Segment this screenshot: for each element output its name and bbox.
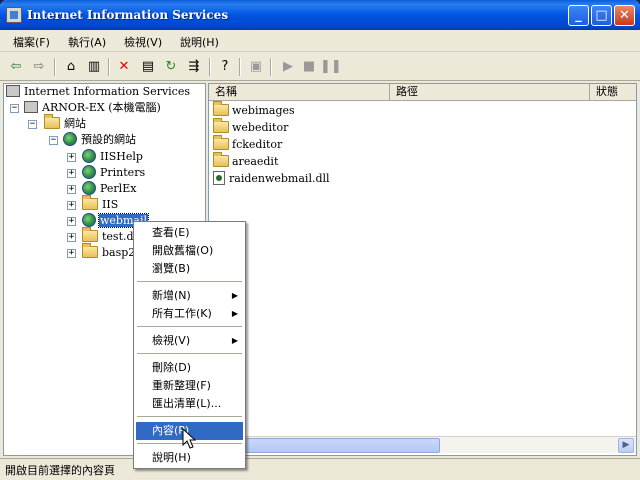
list-item[interactable]: raidenwebmail.dll: [213, 170, 330, 187]
delete-icon[interactable]: ✕: [114, 57, 134, 77]
computer-icon: [24, 101, 38, 113]
expand-icon[interactable]: +: [67, 201, 76, 210]
collapse-icon[interactable]: −: [28, 120, 37, 129]
scroll-right-icon[interactable]: ▶: [618, 438, 634, 453]
tree-item[interactable]: IIS: [82, 195, 119, 213]
tree-root[interactable]: Internet Information Services: [6, 84, 191, 100]
tree-item[interactable]: Printers: [82, 165, 146, 181]
minimize-button[interactable]: _: [568, 5, 589, 26]
virtual-directory-icon: [82, 213, 96, 227]
folder-icon: [82, 195, 98, 210]
up-folder-icon[interactable]: ⌂: [61, 57, 81, 77]
column-path[interactable]: 路徑: [390, 84, 590, 101]
iis-app-icon: [6, 7, 22, 23]
show-tree-icon[interactable]: ▥: [84, 57, 104, 77]
ctx-separator: [137, 416, 242, 417]
iis-window: Internet Information Services _ □ ✕ 檔案(F…: [0, 0, 640, 480]
expand-icon[interactable]: +: [67, 217, 76, 226]
expand-icon[interactable]: +: [67, 185, 76, 194]
window-title: Internet Information Services: [27, 8, 229, 22]
collapse-icon[interactable]: −: [10, 104, 19, 113]
properties-icon[interactable]: ▤: [138, 57, 158, 77]
refresh-icon[interactable]: ↻: [161, 57, 181, 77]
ctx-browse[interactable]: 瀏覽(B): [136, 260, 243, 278]
forward-arrow-icon[interactable]: ⇨: [29, 57, 49, 77]
list-item[interactable]: areaedit: [213, 152, 278, 170]
ctx-separator: [137, 326, 242, 327]
expand-icon[interactable]: +: [67, 249, 76, 258]
status-bar: 開啟目前選擇的內容頁: [0, 458, 640, 480]
close-button[interactable]: ✕: [614, 5, 635, 26]
expand-icon[interactable]: +: [67, 153, 76, 162]
folder-icon: [213, 135, 229, 150]
folder-icon: [213, 152, 229, 167]
mouse-cursor-icon: [182, 428, 196, 449]
play-icon[interactable]: ▶: [278, 57, 298, 77]
virtual-directory-icon: [82, 149, 96, 163]
ctx-new[interactable]: 新增(N) ▶: [136, 287, 243, 305]
submenu-arrow-icon: ▶: [231, 309, 238, 318]
toolbar-separator: [270, 58, 272, 76]
expand-icon[interactable]: +: [67, 169, 76, 178]
toolbar: ⇦ ⇨ ⌂ ▥ ✕ ▤ ↻ ⇶ ? ▣ ▶ ■ ❚❚: [0, 53, 640, 81]
menu-view[interactable]: 檢視(V): [124, 34, 162, 50]
tree-default-site[interactable]: 預設的網站: [63, 132, 137, 148]
toolbar-separator: [54, 58, 56, 76]
tree-item[interactable]: IISHelp: [82, 149, 144, 165]
collapse-icon[interactable]: −: [49, 136, 58, 145]
folder-icon: [82, 227, 98, 242]
connect-icon[interactable]: ▣: [246, 57, 266, 77]
toolbar-separator: [239, 58, 241, 76]
ctx-open[interactable]: 開啟舊檔(O): [136, 242, 243, 260]
menu-action[interactable]: 執行(A): [68, 34, 106, 50]
menu-help[interactable]: 說明(H): [180, 34, 219, 50]
horizontal-scrollbar[interactable]: ◀ ▶: [210, 436, 636, 453]
scrollbar-thumb[interactable]: [238, 438, 440, 453]
ctx-view[interactable]: 檢視(V) ▶: [136, 332, 243, 350]
status-text: 開啟目前選擇的內容頁: [5, 464, 115, 477]
tree-item[interactable]: basp2: [82, 243, 136, 261]
column-status[interactable]: 狀態: [590, 84, 636, 101]
list-item[interactable]: webimages: [213, 101, 295, 119]
stop-icon[interactable]: ■: [299, 57, 319, 77]
list-pane[interactable]: 名稱 路徑 狀態 webimages webeditor fckeditor a…: [208, 83, 637, 456]
iis-root-icon: [6, 85, 20, 97]
toolbar-separator: [108, 58, 110, 76]
export-list-icon[interactable]: ⇶: [184, 57, 204, 77]
folder-icon: [82, 243, 98, 258]
help-icon[interactable]: ?: [215, 57, 235, 77]
menu-bar: 檔案(F) 執行(A) 檢視(V) 說明(H): [0, 30, 640, 52]
ctx-export-list[interactable]: 匯出清單(L)...: [136, 395, 243, 413]
dll-file-icon: [213, 171, 225, 185]
title-bar[interactable]: Internet Information Services _ □ ✕: [0, 0, 640, 30]
ctx-help[interactable]: 說明(H): [136, 449, 243, 467]
ctx-separator: [137, 353, 242, 354]
ctx-explore[interactable]: 查看(E): [136, 224, 243, 242]
ctx-refresh[interactable]: 重新整理(F): [136, 377, 243, 395]
ctx-separator: [137, 281, 242, 282]
folder-icon: [44, 114, 60, 129]
folder-icon: [213, 101, 229, 116]
virtual-directory-icon: [82, 181, 96, 195]
ctx-all-tasks[interactable]: 所有工作(K) ▶: [136, 305, 243, 323]
submenu-arrow-icon: ▶: [231, 291, 238, 300]
toolbar-separator: [209, 58, 211, 76]
tree-sites[interactable]: 網站: [44, 114, 87, 132]
expand-icon[interactable]: +: [67, 233, 76, 242]
ctx-delete[interactable]: 刪除(D): [136, 359, 243, 377]
list-item[interactable]: fckeditor: [213, 135, 282, 153]
folder-icon: [213, 118, 229, 133]
website-globe-icon: [63, 132, 77, 146]
submenu-arrow-icon: ▶: [231, 336, 238, 345]
back-arrow-icon[interactable]: ⇦: [6, 57, 26, 77]
column-name[interactable]: 名稱: [209, 84, 390, 101]
maximize-button[interactable]: □: [591, 5, 612, 26]
list-item[interactable]: webeditor: [213, 118, 288, 136]
virtual-directory-icon: [82, 165, 96, 179]
pause-icon[interactable]: ❚❚: [320, 57, 342, 77]
menu-file[interactable]: 檔案(F): [13, 34, 50, 50]
